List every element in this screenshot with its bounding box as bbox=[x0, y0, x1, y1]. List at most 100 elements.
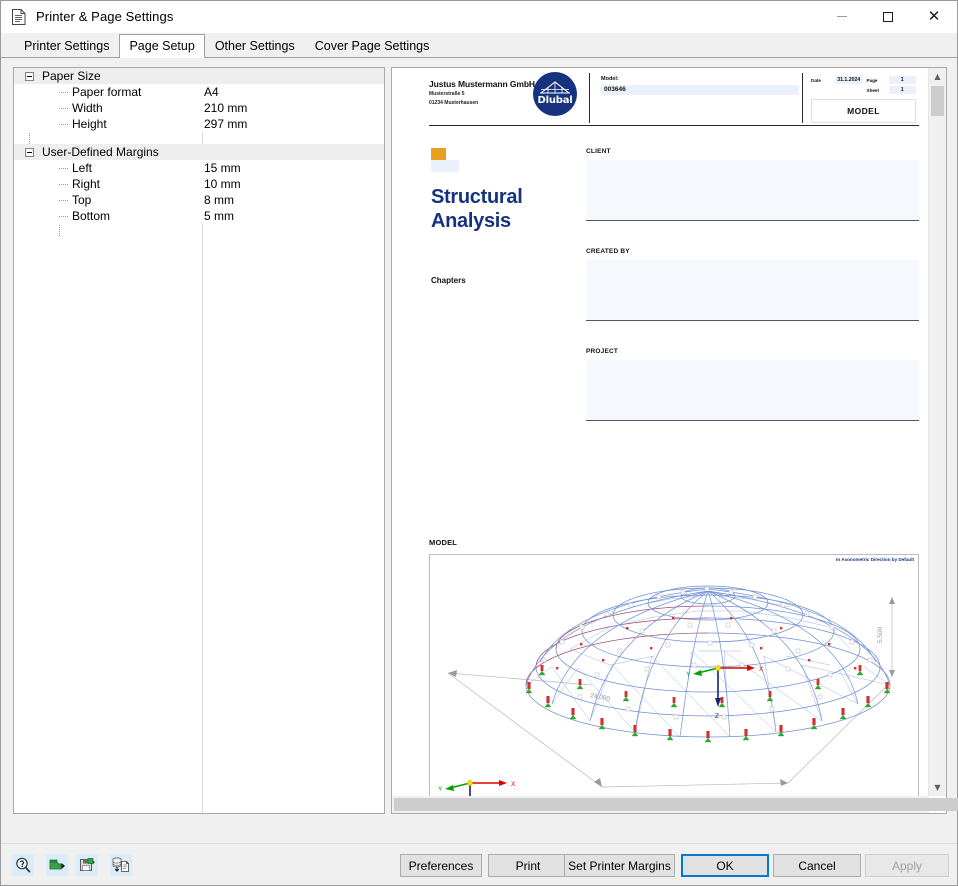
tree-row-left[interactable]: Left 15 mm bbox=[14, 160, 384, 176]
page-setup-tree[interactable]: Paper Size Paper format A4 Width 210 mm … bbox=[13, 67, 385, 814]
center-axis-triad: X Y Z bbox=[686, 665, 764, 720]
meta-row-date: Date 31.1.2024 Page 1 bbox=[811, 76, 916, 84]
tree-row-name: Paper format bbox=[72, 85, 141, 99]
tree-row-value: 15 mm bbox=[204, 161, 241, 175]
tree-row-right[interactable]: Right 10 mm bbox=[14, 176, 384, 192]
svg-text:Y: Y bbox=[686, 671, 691, 678]
close-button[interactable]: ✕ bbox=[911, 1, 957, 32]
tab-other-settings[interactable]: Other Settings bbox=[205, 34, 305, 57]
print-button[interactable]: Print bbox=[488, 854, 568, 877]
ok-button[interactable]: OK bbox=[681, 854, 769, 877]
help-icon[interactable] bbox=[12, 854, 34, 876]
orange-accent-block bbox=[431, 148, 446, 160]
tree-row-value: A4 bbox=[204, 85, 219, 99]
field-gap bbox=[586, 321, 919, 348]
field-input[interactable] bbox=[586, 260, 919, 321]
preferences-button[interactable]: Preferences bbox=[400, 854, 482, 877]
svg-text:X: X bbox=[759, 666, 764, 673]
minimize-button[interactable] bbox=[819, 1, 865, 32]
meta-value: 1 bbox=[889, 86, 917, 94]
tree-row-value: 297 mm bbox=[204, 117, 247, 131]
title-bar: Printer & Page Settings ✕ bbox=[1, 1, 957, 33]
preview-vertical-scrollbar[interactable]: ▲ ▼ bbox=[928, 68, 946, 796]
tree-group-label: User-Defined Margins bbox=[42, 145, 159, 159]
tree-row-bottom[interactable]: Bottom 5 mm bbox=[14, 208, 384, 224]
tree-spacer bbox=[14, 132, 384, 144]
preview-page: Justus Mustermann GmbH Musterstraße 5 01… bbox=[392, 68, 929, 796]
meta-key: Sheet bbox=[867, 88, 887, 93]
set-printer-margins-button[interactable]: Set Printer Margins bbox=[564, 854, 675, 877]
cover-fields: CLIENT CREATED BY PROJECT bbox=[586, 148, 919, 421]
header-model-tag: MODEL bbox=[811, 99, 916, 123]
apply-button: Apply bbox=[865, 854, 949, 877]
tree-row-name: Top bbox=[72, 193, 91, 207]
tab-page-setup[interactable]: Page Setup bbox=[119, 34, 204, 58]
corner-axis-triad: X Y Z bbox=[438, 780, 516, 796]
tree-group-label: Paper Size bbox=[42, 69, 101, 83]
printer-page-settings-window: Printer & Page Settings ✕ Printer Settin… bbox=[0, 0, 958, 886]
tree-connector bbox=[59, 108, 68, 109]
svg-text:5.500: 5.500 bbox=[877, 626, 884, 643]
collapse-icon[interactable] bbox=[25, 148, 34, 157]
load-settings-icon[interactable] bbox=[46, 854, 68, 876]
meta-row-sheet: Sheet 1 bbox=[811, 86, 916, 94]
tree-connector bbox=[59, 168, 68, 169]
company-street: Musterstraße 5 bbox=[429, 91, 535, 98]
header-divider-2 bbox=[802, 73, 803, 123]
header-rule bbox=[429, 125, 919, 126]
cover-section: Structural Analysis Chapters CLIENT CREA… bbox=[429, 148, 919, 538]
field-input[interactable] bbox=[586, 360, 919, 421]
field-created-by: CREATED BY bbox=[586, 248, 919, 321]
tree-row-paper-format[interactable]: Paper format A4 bbox=[14, 84, 384, 100]
dialog-footer: Preferences Print Set Printer Margins OK… bbox=[1, 843, 957, 885]
field-input[interactable] bbox=[586, 160, 919, 221]
tree-row-width[interactable]: Width 210 mm bbox=[14, 100, 384, 116]
dimension-lines bbox=[448, 597, 892, 787]
tab-cover-page-settings[interactable]: Cover Page Settings bbox=[305, 34, 440, 57]
tree-row-value: 8 mm bbox=[204, 193, 234, 207]
model-section-title: MODEL bbox=[429, 538, 919, 547]
vertical-scroll-thumb[interactable] bbox=[931, 86, 944, 116]
print-preview-pane: Justus Mustermann GmbH Musterstraße 5 01… bbox=[391, 67, 947, 814]
model-field-block: Model: 003646 bbox=[601, 76, 799, 95]
cancel-button[interactable]: Cancel bbox=[773, 854, 861, 877]
scroll-down-arrow-icon[interactable]: ▼ bbox=[929, 779, 946, 796]
bridge-icon bbox=[540, 80, 570, 95]
tree-connector bbox=[59, 124, 68, 125]
scroll-up-arrow-icon[interactable]: ▲ bbox=[929, 68, 946, 85]
field-label: PROJECT bbox=[586, 348, 919, 355]
document-icon bbox=[11, 8, 27, 26]
dialog-body: Paper Size Paper format A4 Width 210 mm … bbox=[1, 58, 957, 843]
model-caption: Model: bbox=[601, 76, 799, 82]
apply-to-report-icon[interactable] bbox=[110, 854, 132, 876]
tree-row-height[interactable]: Height 297 mm bbox=[14, 116, 384, 132]
tree-connector bbox=[59, 92, 68, 93]
company-block: Justus Mustermann GmbH Musterstraße 5 01… bbox=[429, 79, 535, 108]
horizontal-scroll-thumb[interactable] bbox=[394, 798, 958, 811]
tree-group-user-defined-margins[interactable]: User-Defined Margins bbox=[14, 144, 384, 160]
header-divider-1 bbox=[589, 73, 590, 123]
tree-connector bbox=[59, 216, 68, 217]
dlubal-logo: Dlubal bbox=[533, 72, 577, 116]
tree-row-name: Right bbox=[72, 177, 100, 191]
svg-text:X: X bbox=[511, 781, 516, 788]
collapse-icon[interactable] bbox=[25, 72, 34, 81]
company-name: Justus Mustermann GmbH bbox=[429, 79, 535, 89]
svg-text:Z: Z bbox=[715, 713, 719, 720]
meta-value-spacer bbox=[835, 86, 863, 94]
close-icon: ✕ bbox=[928, 9, 941, 24]
tree-connector bbox=[59, 184, 68, 185]
minimize-icon bbox=[837, 16, 847, 17]
tree-row-top[interactable]: Top 8 mm bbox=[14, 192, 384, 208]
svg-text:Y: Y bbox=[438, 786, 443, 793]
save-settings-icon[interactable] bbox=[76, 854, 98, 876]
tab-strip: Printer Settings Page Setup Other Settin… bbox=[1, 33, 957, 58]
meta-key: Page bbox=[867, 78, 887, 83]
tree-row-name: Bottom bbox=[72, 209, 110, 223]
preview-horizontal-scrollbar[interactable] bbox=[392, 796, 929, 813]
maximize-button[interactable] bbox=[865, 1, 911, 32]
blue-accent-block bbox=[431, 160, 459, 172]
field-project: PROJECT bbox=[586, 348, 919, 421]
tree-group-paper-size[interactable]: Paper Size bbox=[14, 68, 384, 84]
tab-printer-settings[interactable]: Printer Settings bbox=[14, 34, 119, 57]
